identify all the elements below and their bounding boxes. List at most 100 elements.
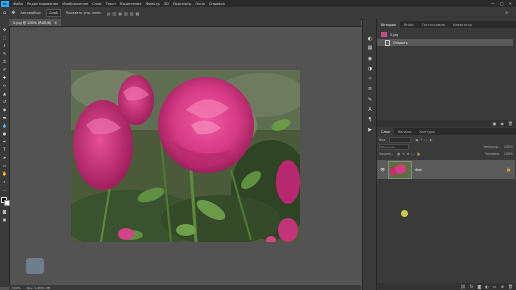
tab-channels[interactable]: Каналы — [394, 128, 416, 135]
collapsed-panel-strip: ◐ ▦ ◉ ◑ ✧ ≡ ✎ A ¶ ▶ — [362, 19, 376, 290]
search-icon[interactable]: ⌕ — [505, 10, 508, 16]
window-controls: — ▢ ✕ — [491, 1, 516, 6]
shape-tool-icon[interactable]: ▭ — [2, 163, 7, 168]
history-snapshot[interactable]: Х.jpg — [381, 31, 511, 38]
cursor-highlight — [401, 210, 408, 217]
layer-row-background[interactable]: 👁 Фон 🔒 — [377, 160, 515, 179]
document-tab-title: Х.jpg @ 100% (RGB/8) — [13, 20, 52, 25]
tab-layers[interactable]: Слои — [377, 128, 394, 135]
layer-filter-dropdown[interactable] — [389, 137, 412, 143]
menu-image[interactable]: Изображение — [62, 2, 88, 6]
eraser-tool-icon[interactable]: ◆ — [2, 107, 7, 112]
delete-layer-icon[interactable]: 🗑 — [508, 284, 513, 289]
show-transform-controls[interactable]: Показать упр. элем. — [66, 11, 102, 15]
menu-edit[interactable]: Редактирование — [27, 2, 58, 6]
visibility-eye-icon[interactable]: 👁 — [380, 167, 385, 172]
tab-histogram[interactable]: Гистограмма — [418, 21, 449, 28]
menu-view[interactable]: Просмотр — [173, 2, 191, 6]
type-tool-icon[interactable]: T — [2, 147, 7, 152]
styles-panel-icon[interactable]: ✧ — [367, 76, 373, 82]
hand-tool-icon[interactable]: ✋ — [2, 171, 7, 176]
document-size: Док: 1,9M/1,9M — [26, 285, 51, 290]
blur-tool-icon[interactable]: 💧 — [2, 123, 7, 128]
screen-mode-icon[interactable]: ▣ — [2, 217, 7, 222]
lock-label: Закреп.: — [379, 152, 394, 156]
color-panel-icon[interactable]: ◐ — [367, 36, 373, 42]
right-panels: История Инфо Гистограмма Навигатор Х.jpg… — [376, 19, 516, 290]
tab-paths[interactable]: Контуры — [415, 128, 439, 135]
swatches-panel-icon[interactable]: ▦ — [367, 45, 373, 51]
adjustment-layer-icon[interactable]: ◐ — [485, 284, 489, 289]
document-tab[interactable]: Х.jpg @ 100% (RGB/8) ✕ — [9, 19, 62, 26]
paragraph-panel-icon[interactable]: ¶ — [367, 117, 373, 123]
tab-info[interactable]: Инфо — [400, 21, 418, 28]
align-icons[interactable]: ▤▥▦▧▨▩ — [107, 11, 142, 16]
status-bar: 100% Док: 1,9M/1,9M — [9, 285, 361, 290]
menu-type[interactable]: Текст — [106, 2, 117, 6]
menu-layers[interactable]: Слои — [92, 2, 101, 6]
menu-filter[interactable]: Фильтр — [146, 2, 160, 6]
tab-history[interactable]: История — [377, 21, 400, 28]
properties-panel-icon[interactable]: ≡ — [367, 86, 373, 92]
close-button[interactable]: ✕ — [509, 1, 512, 6]
character-panel-icon[interactable]: A — [367, 107, 373, 113]
marquee-tool-icon[interactable]: ⬚ — [2, 35, 7, 40]
zoom-level[interactable]: 100% — [12, 286, 21, 290]
tools-panel: ✥ ⬚ ℓ ✎ ⌗ ✐ ✚ ✏ ▲ ↺ ◆ ▬ 💧 ● ✒ T ➤ ▭ ✋ ⌕ … — [0, 19, 10, 287]
menu-bar: Ps Файл Редактирование Изображение Слои … — [0, 0, 516, 7]
actions-panel-icon[interactable]: ▶ — [367, 127, 373, 133]
gradient-tool-icon[interactable]: ▬ — [2, 115, 7, 120]
tab-navigator[interactable]: Навигатор — [449, 21, 476, 28]
menu-select[interactable]: Выделение — [120, 2, 141, 6]
brush-tool-icon[interactable]: ✏ — [2, 83, 7, 88]
eyedropper-icon[interactable]: ✐ — [2, 67, 7, 72]
maximize-button[interactable]: ▢ — [500, 1, 504, 6]
quick-mask-icon[interactable]: ◙ — [2, 209, 7, 214]
pen-tool-icon[interactable]: ✒ — [2, 139, 7, 144]
auto-select-label: Автовыбор: — [20, 11, 41, 15]
add-mask-icon[interactable]: ◙ — [477, 284, 481, 289]
brush-settings-icon[interactable]: ✎ — [367, 97, 373, 103]
lasso-tool-icon[interactable]: ℓ — [2, 43, 7, 48]
blend-mode-dropdown[interactable]: Обычные — [379, 144, 409, 150]
fill-value[interactable]: 100% — [504, 152, 513, 156]
history-brush-icon[interactable]: ↺ — [2, 99, 7, 104]
history-step[interactable]: Открыть — [377, 39, 513, 46]
auto-select-dropdown[interactable]: Слой — [45, 9, 61, 17]
minimize-button[interactable]: — — [491, 1, 495, 6]
menu-help[interactable]: Справка — [209, 2, 225, 6]
move-tool-icon[interactable]: ✥ — [2, 27, 7, 32]
menu-file[interactable]: Файл — [13, 2, 23, 6]
adjustments-panel-icon[interactable]: ◑ — [367, 66, 373, 72]
zoom-tool-icon[interactable]: ⌕ — [2, 179, 7, 184]
rose-photo — [71, 70, 300, 242]
menu-3d[interactable]: 3D — [164, 2, 169, 6]
new-snapshot-icon[interactable]: ◉ — [500, 121, 504, 126]
quick-select-icon[interactable]: ✎ — [2, 51, 7, 56]
close-tab-icon[interactable]: ✕ — [54, 21, 57, 25]
delete-state-icon[interactable]: 🗑 — [508, 121, 513, 126]
libraries-panel-icon[interactable]: ◉ — [367, 56, 373, 62]
layer-filter-label[interactable]: Вид — [379, 138, 385, 142]
dodge-tool-icon[interactable]: ● — [2, 131, 7, 136]
lock-icons[interactable]: ▦✎✥▢🔒 — [397, 152, 422, 156]
link-layers-icon[interactable]: ⛓ — [461, 284, 466, 289]
document-image[interactable] — [71, 70, 300, 242]
home-icon[interactable]: ⌂ — [3, 10, 6, 16]
healing-brush-icon[interactable]: ✚ — [2, 75, 7, 80]
filter-icons[interactable]: ▣T▢◐ — [415, 138, 434, 142]
history-step-label: Открыть — [393, 40, 408, 45]
layer-style-icon[interactable]: fx — [470, 284, 474, 289]
snapshot-label: Х.jpg — [390, 32, 399, 37]
more-tools-icon[interactable]: … — [2, 187, 7, 192]
new-layer-icon[interactable]: ⊞ — [501, 284, 504, 289]
opacity-value[interactable]: 100% — [504, 145, 513, 149]
new-document-from-state-icon[interactable]: ▣ — [493, 121, 497, 126]
clone-stamp-icon[interactable]: ▲ — [2, 91, 7, 96]
layers-footer: ⛓ fx ◙ ◐ ▭ ⊞ 🗑 — [377, 283, 516, 290]
move-tool-icon[interactable]: ✥ — [11, 10, 15, 16]
new-group-icon[interactable]: ▭ — [493, 284, 497, 289]
crop-tool-icon[interactable]: ⌗ — [2, 59, 7, 64]
path-select-icon[interactable]: ➤ — [2, 155, 7, 160]
menu-window[interactable]: Окно — [195, 2, 205, 6]
